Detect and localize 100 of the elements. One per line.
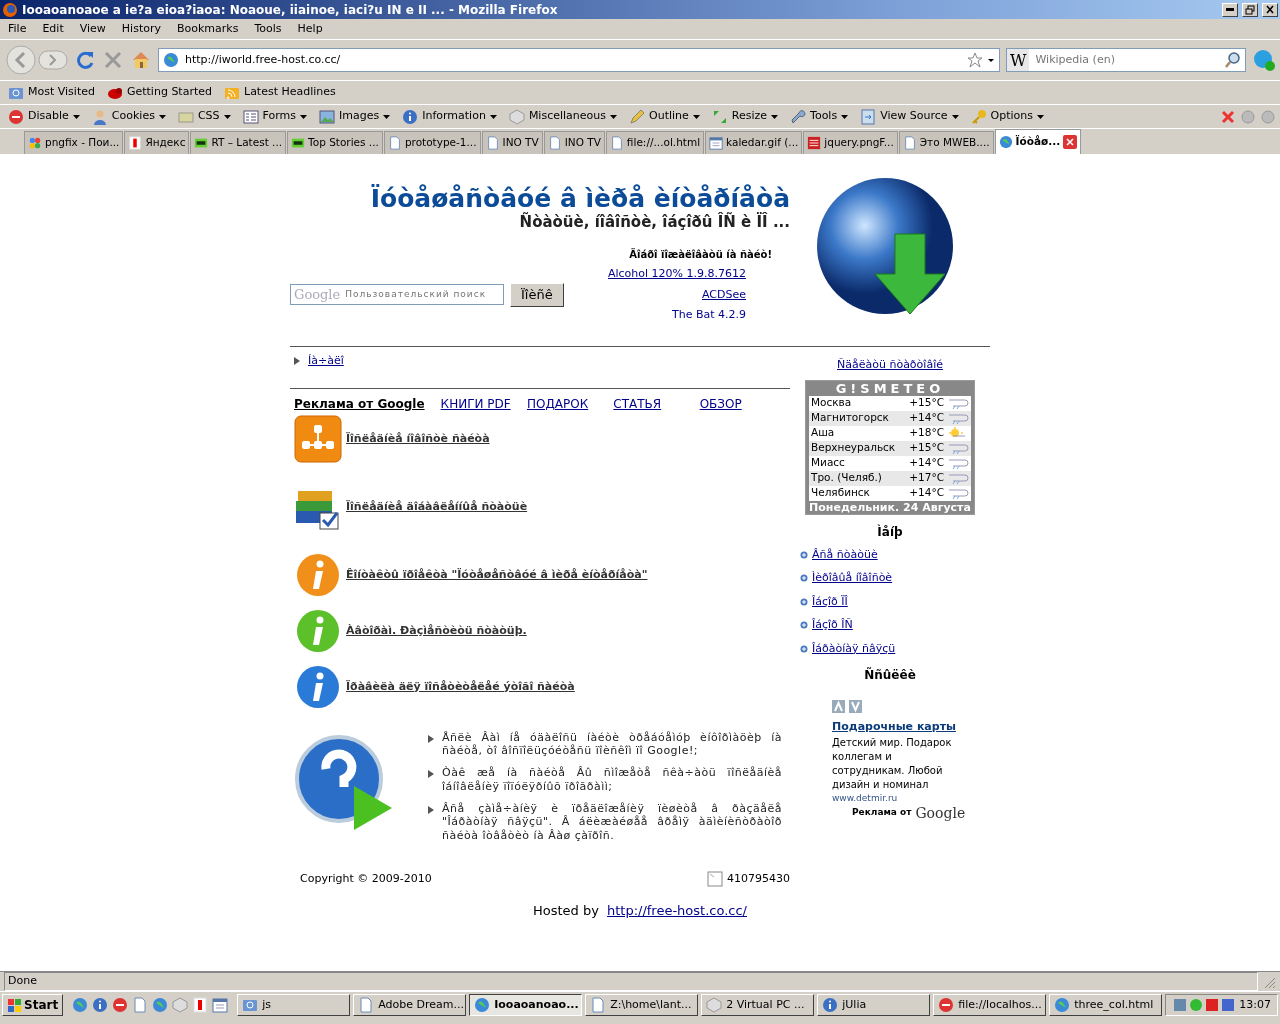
page-title: Ïóòåøåñòâóé â ìèðå èíòåðíåòà xyxy=(369,184,790,213)
software-link[interactable]: ACDSee xyxy=(702,286,746,303)
tab[interactable]: kaledar.gif (... xyxy=(705,131,803,154)
menu-item[interactable]: Bookmarks xyxy=(169,20,247,38)
toolbar-menu-button[interactable]: Information xyxy=(398,108,501,125)
menu-item[interactable]: Edit xyxy=(34,20,72,38)
back-button-icon[interactable] xyxy=(4,45,38,75)
close-tab-icon[interactable] xyxy=(1063,135,1078,149)
up-arrow-icon[interactable] xyxy=(832,700,845,713)
stop-x-icon[interactable] xyxy=(102,49,124,71)
circle-icon[interactable] xyxy=(1260,108,1276,125)
toolbar-menu-button[interactable]: Miscellaneous xyxy=(504,108,621,125)
tab[interactable]: Ïóòåø... xyxy=(994,129,1082,154)
taskbar-button[interactable]: jUlia xyxy=(817,994,931,1016)
reload-icon[interactable] xyxy=(74,49,96,71)
globe-icon[interactable] xyxy=(152,997,169,1013)
star-icon[interactable] xyxy=(967,52,983,68)
menu-link[interactable]: Âñå ñòàòüè xyxy=(812,546,878,563)
menu-item[interactable]: Tools xyxy=(246,20,290,38)
toolbar-menu-button[interactable]: Options xyxy=(966,108,1048,125)
globe-icon[interactable] xyxy=(72,997,89,1013)
tab[interactable]: jquery.pngF... xyxy=(803,131,898,154)
bookmark-item[interactable]: Getting Started xyxy=(102,84,216,101)
address-field[interactable]: http://iworld.free-host.co.cc/ xyxy=(183,50,963,70)
bullet-icon xyxy=(800,644,808,653)
article-link[interactable]: Àâòîðàì. Ðàçìåñòèòü ñòàòüþ. xyxy=(346,624,527,637)
tab[interactable]: INO TV xyxy=(481,131,543,154)
host-link[interactable]: http://free-host.co.cc/ xyxy=(606,901,747,921)
toolbar-menu-button[interactable]: Cookies xyxy=(87,108,170,125)
restore-button[interactable] xyxy=(1242,2,1258,17)
software-link[interactable]: The Bat 4.2.9 xyxy=(671,307,746,324)
ad-heading[interactable]: Реклама от Google xyxy=(294,394,425,413)
tab[interactable]: INO TV xyxy=(543,131,605,154)
menu-link[interactable]: Îáçîð ÎÑ xyxy=(812,617,853,634)
engine-selector[interactable]: W xyxy=(1007,49,1030,71)
tab[interactable]: prototype-1... xyxy=(383,131,481,154)
toolbar-menu-button[interactable]: Outline xyxy=(625,108,704,125)
tab[interactable]: Это MWEB.... xyxy=(898,131,994,154)
info-icon[interactable] xyxy=(92,997,109,1013)
page-icon[interactable] xyxy=(132,997,149,1013)
ad-link[interactable]: ПОДАРОК xyxy=(526,394,614,413)
page-icon xyxy=(609,136,624,150)
toolbar-menu-button[interactable]: View Source xyxy=(856,108,963,125)
ad-link[interactable]: СТАТЬЯ xyxy=(613,394,700,413)
article-link[interactable]: Ïîñëåäíèå íîâîñòè ñàéòà xyxy=(346,432,490,445)
tile-icon xyxy=(128,136,143,150)
search-field[interactable]: Wikipedia (en) xyxy=(1033,50,1221,70)
bookmark-item[interactable]: Most Visited xyxy=(4,84,99,101)
down-arrow-icon[interactable] xyxy=(849,700,862,713)
taskbar-button[interactable]: Iooaoanoao... xyxy=(469,994,583,1016)
taskbar-button[interactable]: Adobe Dream... xyxy=(353,994,467,1016)
taskbar-button[interactable]: file://localhos... xyxy=(933,994,1047,1016)
tile-icon[interactable] xyxy=(192,997,209,1013)
taskbar-button[interactable]: 2 Virtual PC ... xyxy=(701,994,815,1016)
tab[interactable]: Яндекс xyxy=(124,131,190,154)
article-link[interactable]: Ïîñëåäíèå äîáàâëåííûå ñòàòüè xyxy=(346,500,528,513)
tab[interactable]: pngfix - Пои... xyxy=(24,131,124,154)
home-link[interactable]: Íà÷àëî xyxy=(308,353,344,370)
tab[interactable]: Top Stories ... xyxy=(287,131,383,154)
menu-item[interactable]: History xyxy=(113,20,169,38)
start-button[interactable]: Start xyxy=(2,994,64,1016)
toolbar-menu-button[interactable]: Forms xyxy=(238,108,311,125)
search-icon[interactable] xyxy=(1225,52,1241,68)
forward-button-icon[interactable] xyxy=(38,49,68,71)
caret-icon[interactable] xyxy=(987,56,995,64)
start-page-link[interactable]: Ñäåëàòü ñòàðòîâîé xyxy=(790,357,990,374)
taskbar-button[interactable]: Z:\home\lant... xyxy=(585,994,699,1016)
tab[interactable]: RT – Latest ... xyxy=(190,131,287,154)
menu-link[interactable]: Ìèðîâûå íîâîñòè xyxy=(812,570,893,587)
search-bar[interactable]: W Wikipedia (en) xyxy=(1006,48,1246,72)
toolbar-menu-button[interactable]: CSS xyxy=(173,108,235,125)
ad-link[interactable]: КНИГИ PDF xyxy=(440,394,527,413)
menu-link[interactable]: Îáçîð ÏÎ xyxy=(812,593,848,610)
search-button[interactable]: Ïîèñê xyxy=(510,283,564,307)
ad-link[interactable]: ОБЗОР xyxy=(699,394,786,413)
toolbar-menu-button[interactable]: Resize xyxy=(707,108,783,125)
cube-icon[interactable] xyxy=(172,997,189,1013)
circle-icon[interactable] xyxy=(1240,108,1256,125)
tab[interactable]: file://...ol.html xyxy=(605,131,705,154)
menu-item[interactable]: Help xyxy=(289,20,331,38)
stop-icon[interactable] xyxy=(112,997,129,1013)
menu-item[interactable]: File xyxy=(0,20,35,38)
close-button[interactable] xyxy=(1262,2,1278,17)
menu-item[interactable]: View xyxy=(71,20,114,38)
bookmark-item[interactable]: Latest Headlines xyxy=(220,84,340,101)
calendar-icon[interactable] xyxy=(212,997,229,1013)
menu-link[interactable]: Îáðàòíàÿ ñâÿçü xyxy=(812,640,896,657)
toolbar-menu-button[interactable]: Images xyxy=(315,108,395,125)
ad-title[interactable]: Подарочные карты xyxy=(832,719,962,736)
article-link[interactable]: Ïðàâèëà äëÿ ïîñåòèòåëåé ýòîãî ñàéòà xyxy=(346,680,575,693)
address-bar[interactable]: http://iworld.free-host.co.cc/ xyxy=(158,48,1000,72)
article-link[interactable]: Êîíòàêòû ïðîåêòà "Ïóòåøåñòâóé â ìèðå èíòåðíåòà" xyxy=(346,568,648,581)
toolbar-menu-button[interactable]: Disable xyxy=(4,108,84,125)
close-icon[interactable] xyxy=(1220,108,1236,125)
window-title: Iooaoanoaoe a ie?a eioa?iaoa: Noaoue, iiainoe, iaci?u IN e II ... - Mozilla Firefox xyxy=(22,2,559,17)
software-link[interactable]: Alcohol 120% 1.9.8.7612 xyxy=(607,266,746,283)
taskbar-button[interactable]: three_col.html xyxy=(1049,994,1163,1016)
minimize-button[interactable] xyxy=(1222,2,1238,17)
toolbar-menu-button[interactable]: Tools xyxy=(786,108,853,125)
taskbar-button[interactable]: js xyxy=(237,994,351,1016)
